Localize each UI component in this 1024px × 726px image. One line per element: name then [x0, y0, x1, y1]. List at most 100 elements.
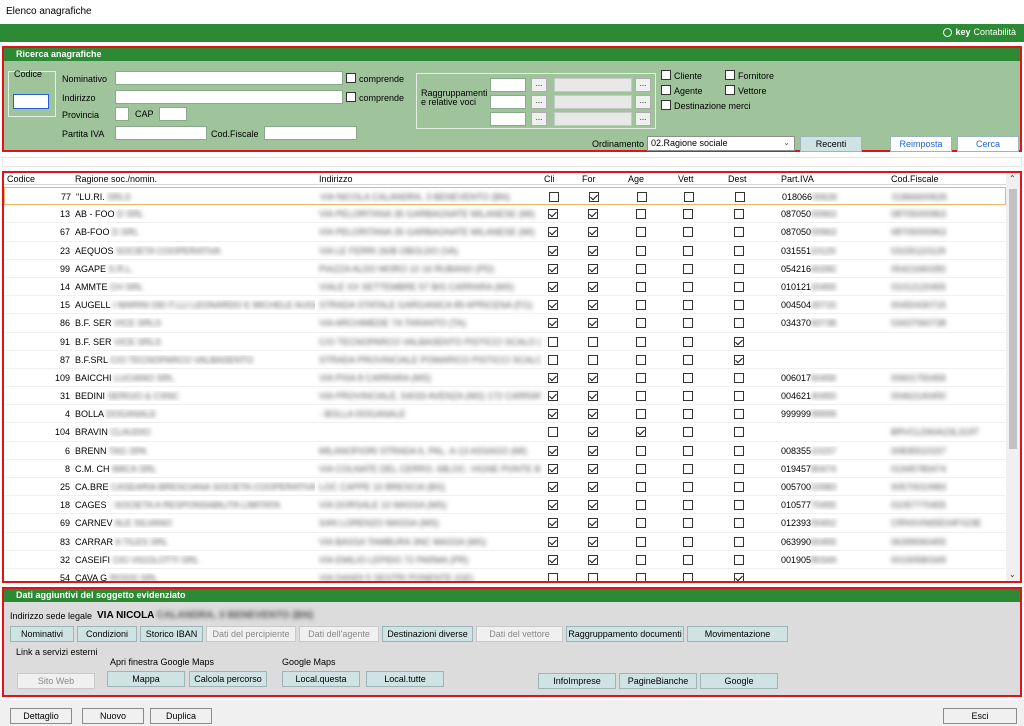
cell-dest-checkbox[interactable] [734, 227, 744, 238]
cell-for-checkbox[interactable] [588, 372, 598, 383]
table-row[interactable]: 99 AGAPE S.R.L. PIAZZA ALDO MORO 10 16 RUB… [4, 260, 1006, 278]
cell-cli-checkbox[interactable] [548, 427, 558, 438]
cell-vett-checkbox[interactable] [684, 192, 694, 202]
cell-age-checkbox[interactable] [636, 554, 646, 565]
cell-vett-checkbox[interactable] [683, 263, 693, 274]
table-row[interactable]: 25 CA.BRE CASEARIA BRESCIANA SOCIETA COOP… [4, 478, 1006, 497]
nominativo-comprende-checkbox[interactable] [346, 73, 356, 83]
table-row[interactable]: 77 "LU.RI. SRLS VIA NICOLA CALANDRA, 3 BEN… [4, 187, 1006, 206]
cell-dest-checkbox[interactable] [734, 391, 744, 402]
cell-age-checkbox[interactable] [636, 318, 646, 329]
cell-age-checkbox[interactable] [636, 409, 646, 420]
cell-age-checkbox[interactable] [636, 536, 646, 547]
table-row[interactable]: 32 CASEIFI CIO VIGOLOTTI SRL VIA EMILIO LE… [4, 551, 1006, 569]
scroll-down-icon[interactable]: ⌄ [1009, 570, 1016, 579]
cell-cli-checkbox[interactable] [548, 572, 558, 581]
agente-checkbox[interactable] [661, 85, 671, 95]
cell-for-checkbox[interactable] [588, 354, 598, 365]
cod-fiscale-input[interactable] [264, 126, 357, 140]
raggruppamento-3-input[interactable] [490, 112, 526, 126]
col-vett[interactable]: Vett [678, 174, 694, 184]
cell-dest-checkbox[interactable] [734, 427, 744, 438]
cell-dest-checkbox[interactable] [734, 536, 744, 547]
cell-for-checkbox[interactable] [588, 445, 598, 456]
cell-vett-checkbox[interactable] [683, 518, 693, 529]
cell-dest-checkbox[interactable] [734, 245, 744, 256]
table-row[interactable]: 91 B.F. SER VICE SRLS C/O TECNOPARCO VALBA… [4, 333, 1006, 351]
cell-vett-checkbox[interactable] [683, 300, 693, 311]
cell-vett-checkbox[interactable] [683, 536, 693, 547]
cell-for-checkbox[interactable] [588, 391, 598, 402]
cell-for-checkbox[interactable] [588, 518, 598, 529]
paginebianche-button[interactable]: PagineBianche [619, 673, 697, 689]
tab-dati-agente[interactable]: Dati dell'agente [299, 626, 379, 642]
col-codice[interactable]: Codice [7, 174, 35, 184]
raggruppamento-2-lookup-button[interactable]: ... [531, 95, 547, 109]
voce-2-lookup-button[interactable]: ... [635, 95, 651, 109]
partita-iva-input[interactable] [115, 126, 207, 140]
cell-age-checkbox[interactable] [636, 336, 646, 347]
cell-vett-checkbox[interactable] [683, 336, 693, 347]
cell-dest-checkbox[interactable] [734, 209, 744, 220]
sito-web-button[interactable]: Sito Web [17, 673, 95, 689]
cell-age-checkbox[interactable] [636, 300, 646, 311]
cell-age-checkbox[interactable] [636, 209, 646, 220]
table-row[interactable]: 87 B.F.SRL C/O TECNOPARCO VALBASENTO STRAD… [4, 351, 1006, 369]
cell-cli-checkbox[interactable] [548, 463, 558, 474]
cell-for-checkbox[interactable] [588, 209, 598, 220]
cell-cli-checkbox[interactable] [549, 192, 559, 202]
cell-for-checkbox[interactable] [588, 536, 598, 547]
cell-for-checkbox[interactable] [588, 245, 598, 256]
cell-vett-checkbox[interactable] [683, 227, 693, 238]
cell-for-checkbox[interactable] [589, 192, 599, 202]
cell-cli-checkbox[interactable] [548, 482, 558, 492]
tab-movimentazione[interactable]: Movimentazione [687, 626, 788, 642]
col-part-iva[interactable]: Part.IVA [781, 174, 814, 184]
cell-for-checkbox[interactable] [588, 482, 598, 492]
table-row[interactable]: 15 AUGELL I MARINI DEI F.LLI LEONARDO E M… [4, 296, 1006, 315]
cell-for-checkbox[interactable] [588, 427, 598, 438]
cell-vett-checkbox[interactable] [683, 354, 693, 365]
cell-vett-checkbox[interactable] [683, 209, 693, 220]
cell-dest-checkbox[interactable] [734, 281, 744, 292]
cell-cli-checkbox[interactable] [548, 336, 558, 347]
table-row[interactable]: 54 CAVA G ROSSI SRL VIA DANDI 5 SESTRI PON… [4, 569, 1006, 581]
table-row[interactable]: 8 C.M. CH IMICA SRL VIA COLNATE DEL CERRO,… [4, 460, 1006, 478]
cell-cli-checkbox[interactable] [548, 391, 558, 402]
cell-vett-checkbox[interactable] [683, 572, 693, 581]
col-cli[interactable]: Cli [544, 174, 555, 184]
google-button[interactable]: Google [700, 673, 778, 689]
cell-age-checkbox[interactable] [636, 427, 646, 438]
cell-vett-checkbox[interactable] [683, 482, 693, 492]
cell-cli-checkbox[interactable] [548, 209, 558, 220]
cell-age-checkbox[interactable] [636, 445, 646, 456]
vettore-checkbox[interactable] [725, 85, 735, 95]
cell-dest-checkbox[interactable] [734, 500, 744, 511]
cell-for-checkbox[interactable] [588, 263, 598, 274]
cell-vett-checkbox[interactable] [683, 245, 693, 256]
col-indirizzo[interactable]: Indirizzo [319, 174, 353, 184]
cell-vett-checkbox[interactable] [683, 391, 693, 402]
indirizzo-input[interactable] [115, 90, 343, 104]
tab-condizioni[interactable]: Condizioni [77, 626, 137, 642]
cell-cli-checkbox[interactable] [548, 300, 558, 311]
cell-dest-checkbox[interactable] [734, 263, 744, 274]
cell-vett-checkbox[interactable] [683, 445, 693, 456]
raggruppamento-2-input[interactable] [490, 95, 526, 109]
cell-age-checkbox[interactable] [636, 463, 646, 474]
cell-age-checkbox[interactable] [636, 354, 646, 365]
cell-cli-checkbox[interactable] [548, 536, 558, 547]
col-dest[interactable]: Dest [728, 174, 747, 184]
cell-for-checkbox[interactable] [588, 318, 598, 329]
raggruppamento-1-lookup-button[interactable]: ... [531, 78, 547, 92]
tab-raggruppamento-documenti[interactable]: Raggruppamento documenti [566, 626, 684, 642]
table-row[interactable]: 109 BAICCHI LUCIANO SRL VIA PISA 8 CARRARA… [4, 369, 1006, 388]
cell-age-checkbox[interactable] [636, 263, 646, 274]
cell-vett-checkbox[interactable] [683, 318, 693, 329]
reimposta-button[interactable]: Reimposta [890, 136, 952, 152]
cell-vett-checkbox[interactable] [683, 372, 693, 383]
col-ragione-sociale[interactable]: Ragione soc./nomin. [75, 174, 157, 184]
tab-nominativi[interactable]: Nominativi [10, 626, 74, 642]
col-cod-fiscale[interactable]: Cod.Fiscale [891, 174, 939, 184]
cell-dest-checkbox[interactable] [734, 372, 744, 383]
